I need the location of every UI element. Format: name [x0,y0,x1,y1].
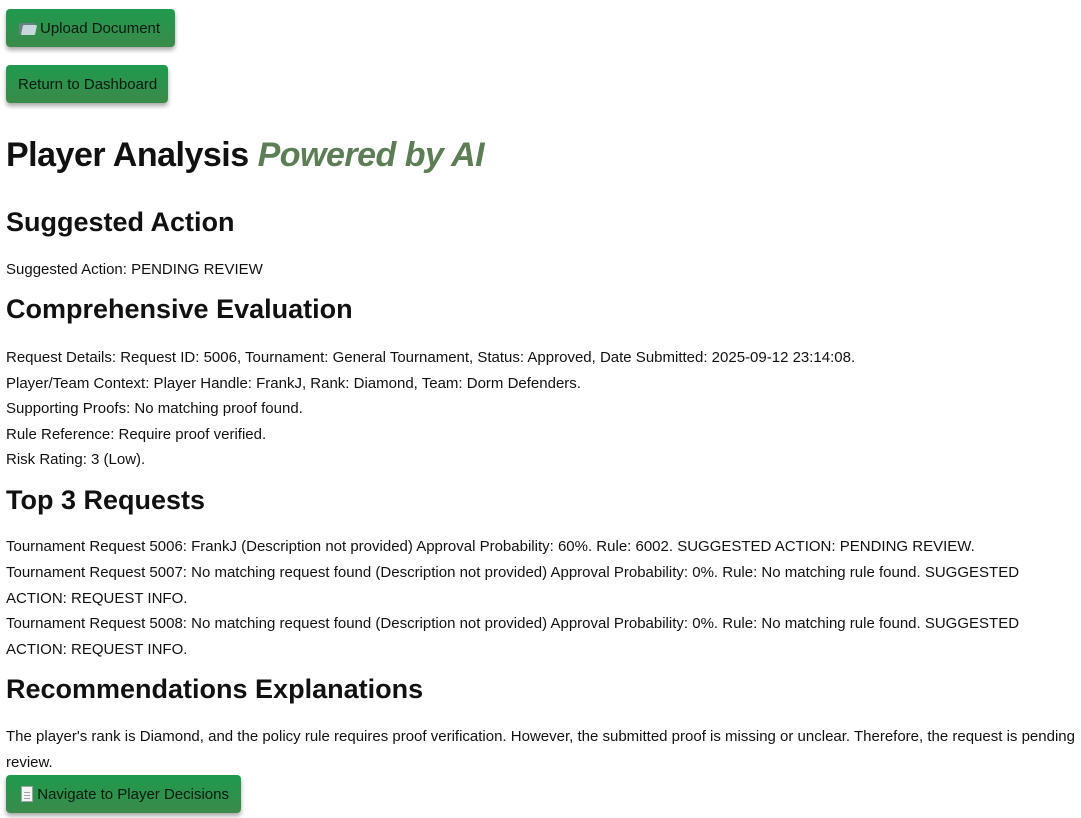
suggested-action-text: Suggested Action: PENDING REVIEW [6,261,263,278]
request-item: Tournament Request 5007: No matching req… [6,564,1020,607]
page-subtitle-ai: Powered by AI [257,136,485,174]
suggested-action-heading: Suggested Action [6,207,235,237]
evaluation-line: Player/Team Context: Player Handle: Fran… [6,374,581,392]
page-title-text: Player Analysis [6,136,249,174]
evaluation-line: Rule Reference: Require proof verified. [6,425,267,443]
upload-document-label: Upload Document [40,19,161,37]
document-icon [18,785,34,803]
folder-icon [18,19,36,37]
navigate-player-decisions-label: Navigate to Player Decisions [37,785,229,803]
evaluation-line: Risk Rating: 3 (Low). [6,451,146,468]
return-to-dashboard-label: Return to Dashboard [18,75,158,93]
evaluation-line: Request Details: Request ID: 5006, Tourn… [6,349,856,366]
top-requests-heading: Top 3 Requests [6,485,206,515]
recommendations-heading: Recommendations Explanations [6,674,424,704]
upload-document-button[interactable]: Upload Document [6,9,175,47]
request-item: Tournament Request 5006: FrankJ (Descrip… [6,538,975,555]
navigate-player-decisions-button[interactable]: Navigate to Player Decisions [6,775,241,813]
recommendations-text: The player's rank is Diamond, and the po… [6,728,1075,771]
return-to-dashboard-button[interactable]: Return to Dashboard [6,65,168,103]
request-item: Tournament Request 5008: No matching req… [6,615,1020,658]
evaluation-line: Supporting Proofs: No matching proof fou… [6,400,303,417]
page-title: Player Analysis Powered by AI [6,136,485,175]
evaluation-heading: Comprehensive Evaluation [6,294,353,324]
